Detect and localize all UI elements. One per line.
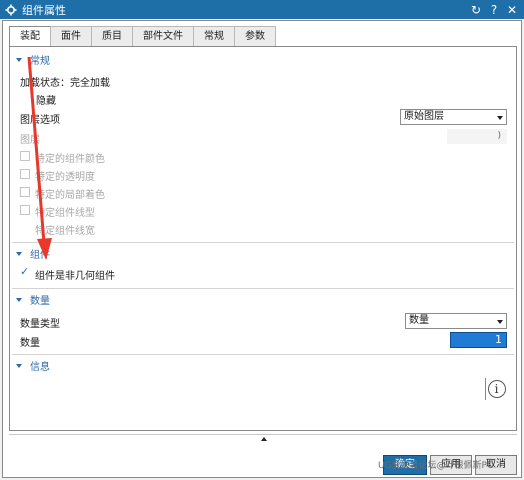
tab-parameters[interactable]: 参数 (234, 26, 276, 46)
section-info-label: 信息 (30, 362, 50, 373)
section-general-header[interactable]: 常规 (10, 51, 516, 68)
line-width-label: 特定组件线宽 (35, 226, 95, 237)
checkbox-local-shading-label: 特定的局部着色 (35, 190, 105, 201)
checkbox-line-type-label: 特定组件线型 (35, 208, 95, 219)
title-bar: 组件属性 ↻ ? ✕ (0, 0, 524, 19)
load-state-label: 加载状态：完全加载 (20, 78, 110, 89)
section-quantity-label: 数量 (30, 296, 50, 307)
quantity-type-label: 数量类型 (20, 319, 60, 330)
section-quantity-header[interactable]: 数量 (10, 291, 516, 308)
checkmark-icon[interactable]: ✓ (20, 265, 29, 278)
dialog-body: 装配 面件 质目 部件文件 常规 参数 常规 加载状态：完全加载 隐藏 图层选项… (2, 20, 522, 478)
checkbox-line-type[interactable] (20, 205, 30, 215)
chevron-down-icon (497, 116, 503, 120)
window-title: 组件属性 (22, 3, 66, 17)
layer-label: 图层 (20, 135, 40, 146)
layer-option-select[interactable]: 原始图层 (400, 109, 507, 125)
layer-option-value: 原始图层 (404, 111, 444, 122)
collapse-bar[interactable] (9, 434, 517, 442)
divider (12, 354, 514, 355)
checkbox-component-color[interactable] (20, 151, 30, 161)
info-icon: i (487, 380, 506, 398)
collapse-triangle-icon (16, 251, 22, 256)
quantity-input[interactable]: 1 (450, 332, 507, 348)
tab-content: 常规 加载状态：完全加载 隐藏 图层选项 原始图层 图层 ) 特定的组件颜色 特… (9, 46, 517, 431)
section-info-header[interactable]: 信息 (10, 357, 516, 374)
gear-icon (2, 0, 20, 19)
tab-quality[interactable]: 质目 (91, 26, 133, 46)
checkbox-component-color-label: 特定的组件颜色 (35, 154, 105, 165)
watermark: UG爱好者论坛@叶根佩斯PC (378, 461, 494, 471)
checkbox-transparency-label: 特定的透明度 (35, 172, 95, 183)
help-icon[interactable]: ? (488, 3, 500, 17)
reset-icon[interactable]: ↻ (470, 3, 482, 17)
collapse-triangle-icon (16, 297, 22, 302)
layer-field[interactable]: ) (447, 129, 507, 144)
checkbox-local-shading[interactable] (20, 187, 30, 197)
section-component-label: 组件 (30, 250, 50, 261)
divider (12, 288, 514, 289)
information-button[interactable]: i (485, 378, 507, 400)
collapse-triangle-icon (16, 363, 22, 368)
tab-general[interactable]: 常规 (193, 26, 235, 46)
hidden-label: 隐藏 (36, 96, 56, 107)
quantity-label: 数量 (20, 338, 40, 349)
chevron-down-icon (497, 320, 503, 324)
tab-assembly[interactable]: 装配 (9, 26, 51, 47)
checkbox-transparency[interactable] (20, 169, 30, 179)
layer-option-label: 图层选项 (20, 115, 60, 126)
tab-part-file[interactable]: 部件文件 (132, 26, 194, 46)
quantity-type-value: 数量 (409, 315, 429, 326)
collapse-triangle-icon (16, 57, 22, 62)
quantity-type-select[interactable]: 数量 (405, 313, 507, 329)
annotation-arrow (27, 56, 52, 260)
close-icon[interactable]: ✕ (506, 3, 518, 17)
section-component-header[interactable]: 组件 (10, 245, 516, 262)
nongeometric-label: 组件是非几何组件 (35, 271, 115, 282)
divider (12, 242, 514, 243)
chevron-up-icon (261, 437, 267, 441)
tab-strip: 装配 面件 质目 部件文件 常规 参数 (9, 26, 276, 47)
section-general-label: 常规 (30, 56, 50, 67)
tab-faces[interactable]: 面件 (50, 26, 92, 46)
